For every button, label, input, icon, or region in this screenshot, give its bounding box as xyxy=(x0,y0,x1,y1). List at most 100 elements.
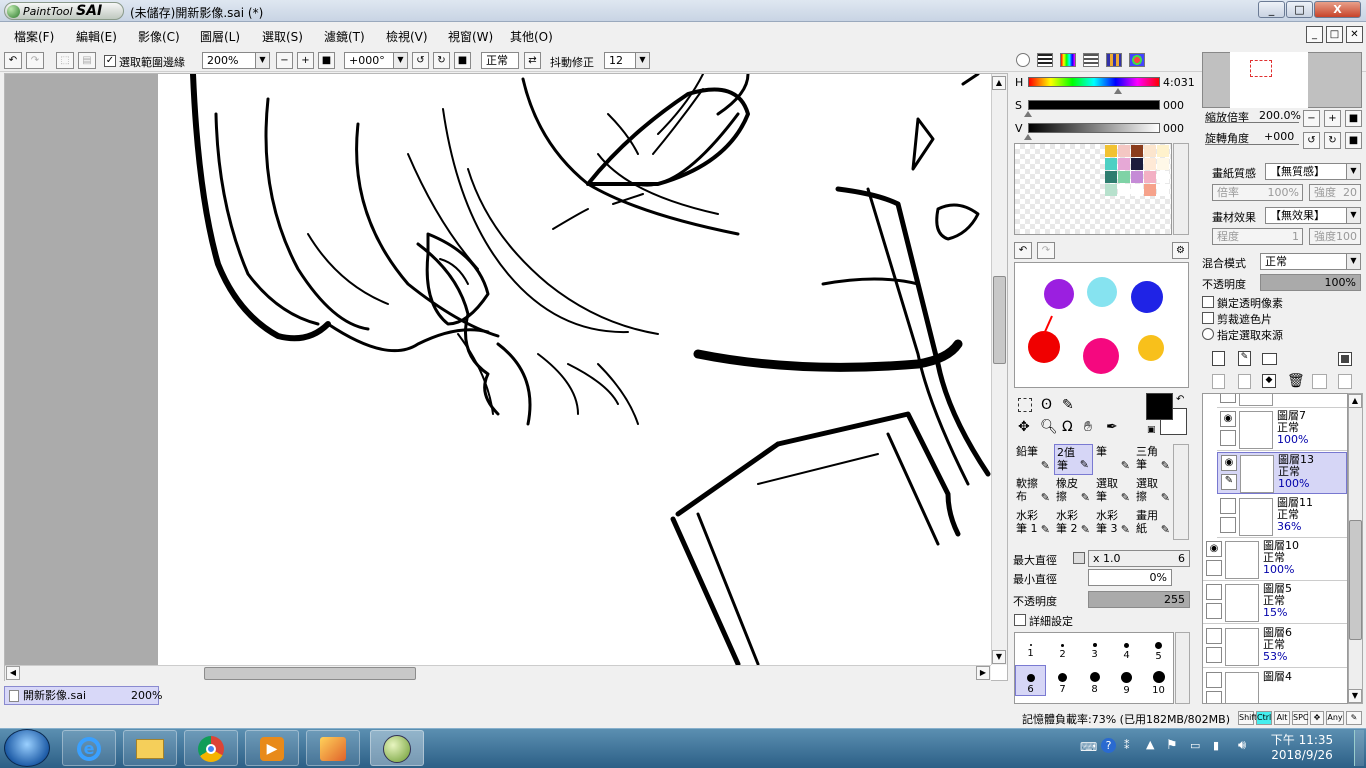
rotation-select[interactable]: +000° ▼ xyxy=(344,52,408,69)
maximize-button[interactable]: □ xyxy=(1286,1,1313,18)
minimize-button[interactable]: _ xyxy=(1258,1,1285,18)
deselect-button[interactable]: ⬚ xyxy=(56,52,74,69)
brush-size-cell[interactable]: 2 xyxy=(1047,633,1078,664)
value-slider[interactable] xyxy=(1028,123,1160,133)
zoom-out-button[interactable]: − xyxy=(276,52,293,69)
color-swatch[interactable] xyxy=(1157,145,1169,157)
brush-slot[interactable]: 軟擦布 ✎ xyxy=(1014,476,1053,507)
blend-mode-select[interactable]: 正常 ▼ xyxy=(1260,253,1361,270)
menu-edit[interactable]: 編輯(E) xyxy=(76,28,117,45)
taskbar-chrome-button[interactable] xyxy=(184,730,238,766)
layer-visibility-icon[interactable]: ◉ xyxy=(1221,455,1237,471)
brush-slot[interactable]: 2值筆 ✎ xyxy=(1054,444,1093,475)
canvas-scroll-left-button[interactable]: ◀ xyxy=(6,666,20,680)
layer-lock-icon[interactable] xyxy=(1220,517,1236,533)
rgb-slider-mode-icon[interactable] xyxy=(1037,53,1053,67)
start-button[interactable] xyxy=(4,729,50,767)
help-icon[interactable]: ? xyxy=(1101,738,1116,753)
color-swatch[interactable] xyxy=(1157,171,1169,183)
color-swatch[interactable] xyxy=(1131,145,1143,157)
taskbar-sai-button[interactable] xyxy=(370,730,424,766)
brush-slot[interactable]: 三角筆 ✎ xyxy=(1134,444,1173,475)
layer-row[interactable]: ◉ 圖層10 正常 100% xyxy=(1203,539,1347,581)
layer-row[interactable]: 圖層5 正常 15% xyxy=(1203,582,1347,624)
clear-layer-icon[interactable]: ◆ xyxy=(1262,374,1276,388)
min-size-field[interactable]: 0% xyxy=(1088,569,1172,586)
color-wheel-mode-icon[interactable] xyxy=(1016,53,1030,67)
layer-lock-icon[interactable] xyxy=(1206,603,1222,619)
canvas-scroll-right-button[interactable]: ▶ xyxy=(976,666,990,680)
color-swatch[interactable] xyxy=(1131,158,1143,170)
select-edge-checkbox[interactable]: ✓ xyxy=(104,55,116,67)
rotate-left-button[interactable]: ↺ xyxy=(412,52,429,69)
nav-rotate-left-button[interactable]: ↺ xyxy=(1303,132,1320,149)
nav-rotate-right-button[interactable]: ↻ xyxy=(1324,132,1341,149)
max-size-field[interactable]: x 1.0 6 xyxy=(1088,550,1190,567)
menu-window[interactable]: 視窗(W) xyxy=(448,28,493,45)
clock[interactable]: 下午 11:35 2018/9/26 xyxy=(1262,733,1342,763)
zoom-select[interactable]: 200% ▼ xyxy=(202,52,270,69)
zoom-in-button[interactable]: + xyxy=(297,52,314,69)
color-swatch[interactable] xyxy=(1131,184,1143,196)
nav-rotate-slider[interactable] xyxy=(1205,144,1299,145)
detail-settings-checkbox[interactable] xyxy=(1014,614,1026,626)
layer-scroll-down-button[interactable]: ▼ xyxy=(1348,689,1362,703)
rotate-reset-button[interactable]: ■ xyxy=(454,52,471,69)
mask-icon[interactable] xyxy=(1338,352,1352,366)
menu-file[interactable]: 檔案(F) xyxy=(14,28,54,45)
scratch-undo-button[interactable]: ↶ xyxy=(1014,242,1032,259)
menu-filter[interactable]: 濾鏡(T) xyxy=(324,28,365,45)
menu-view[interactable]: 檢視(V) xyxy=(386,28,428,45)
network-icon[interactable]: ▮ xyxy=(1213,739,1219,752)
brush-size-cell[interactable]: 4 xyxy=(1111,633,1142,664)
saturation-slider[interactable] xyxy=(1028,100,1160,110)
color-swatch[interactable] xyxy=(1157,158,1169,170)
stabilizer-select[interactable]: 12 ▼ xyxy=(604,52,650,69)
brush-slot[interactable]: 鉛筆 ✎ xyxy=(1014,444,1053,475)
menu-image[interactable]: 影像(C) xyxy=(138,28,180,45)
layer-opacity-field[interactable]: 100% xyxy=(1260,274,1361,291)
selection-source-radio[interactable] xyxy=(1202,328,1214,340)
brush-slot[interactable]: 水彩筆 2 ✎ xyxy=(1054,508,1093,539)
swatch-mode-icon[interactable] xyxy=(1106,53,1122,67)
nav-zoom-slider[interactable] xyxy=(1205,122,1299,123)
clip-checkbox[interactable] xyxy=(1202,312,1214,324)
color-swatch[interactable] xyxy=(1131,171,1143,183)
color-swatch[interactable] xyxy=(1105,158,1117,170)
keyboard-icon[interactable]: ⌨ xyxy=(1080,740,1097,754)
mode-field[interactable]: 正常 xyxy=(481,52,519,69)
zoom-tool-icon[interactable]: 🔍︎ xyxy=(1040,419,1058,435)
color-swatch[interactable] xyxy=(1157,184,1169,196)
canvas-scroll-up-button[interactable]: ▲ xyxy=(992,76,1006,90)
brush-size-cell[interactable]: 9 xyxy=(1111,665,1142,696)
brush-size-scrollbar[interactable] xyxy=(1175,632,1190,704)
rotate-right-button[interactable]: ↻ xyxy=(433,52,450,69)
hue-slider[interactable] xyxy=(1028,77,1160,87)
layer-lock-icon[interactable] xyxy=(1206,691,1222,703)
brush-opacity-field[interactable]: 255 xyxy=(1088,591,1190,608)
color-swatch[interactable] xyxy=(1118,158,1130,170)
hand-tool-icon[interactable]: ✋︎ xyxy=(1084,419,1092,435)
taskbar-explorer-button[interactable] xyxy=(123,730,177,766)
brush-slot[interactable]: 筆 ✎ xyxy=(1094,444,1133,475)
mdi-minimize-button[interactable]: _ xyxy=(1306,26,1323,43)
canvas-horizontal-scrollbar[interactable] xyxy=(5,665,991,681)
brush-effect-select[interactable]: 【無效果】 ▼ xyxy=(1265,207,1361,224)
show-desktop-button[interactable] xyxy=(1354,730,1364,766)
value-slider-handle[interactable] xyxy=(1024,134,1032,140)
layer-lock-icon[interactable] xyxy=(1220,430,1236,446)
redo-button[interactable]: ↷ xyxy=(26,52,44,69)
layer-visibility-icon[interactable] xyxy=(1220,498,1236,514)
menu-select[interactable]: 選取(S) xyxy=(262,28,303,45)
nav-zoom-out-button[interactable]: − xyxy=(1303,110,1320,127)
merge-visible-icon[interactable] xyxy=(1312,374,1327,389)
layer-row[interactable]: ◉ 圖層7 正常 100% xyxy=(1217,409,1347,451)
brush-slot[interactable]: 橡皮擦 ✎ xyxy=(1054,476,1093,507)
input-method-icon[interactable]: ⁑ xyxy=(1124,739,1130,752)
paper-strength-field[interactable]: 強度 20 xyxy=(1309,184,1361,201)
brush-size-cell[interactable]: 7 xyxy=(1047,665,1078,696)
swap-colors-icon[interactable]: ↶ xyxy=(1176,394,1184,405)
scratch-options-button[interactable]: ⚙ xyxy=(1172,242,1189,259)
selection-tool-icon[interactable] xyxy=(1018,398,1032,412)
swatch-cells[interactable] xyxy=(1105,145,1170,197)
